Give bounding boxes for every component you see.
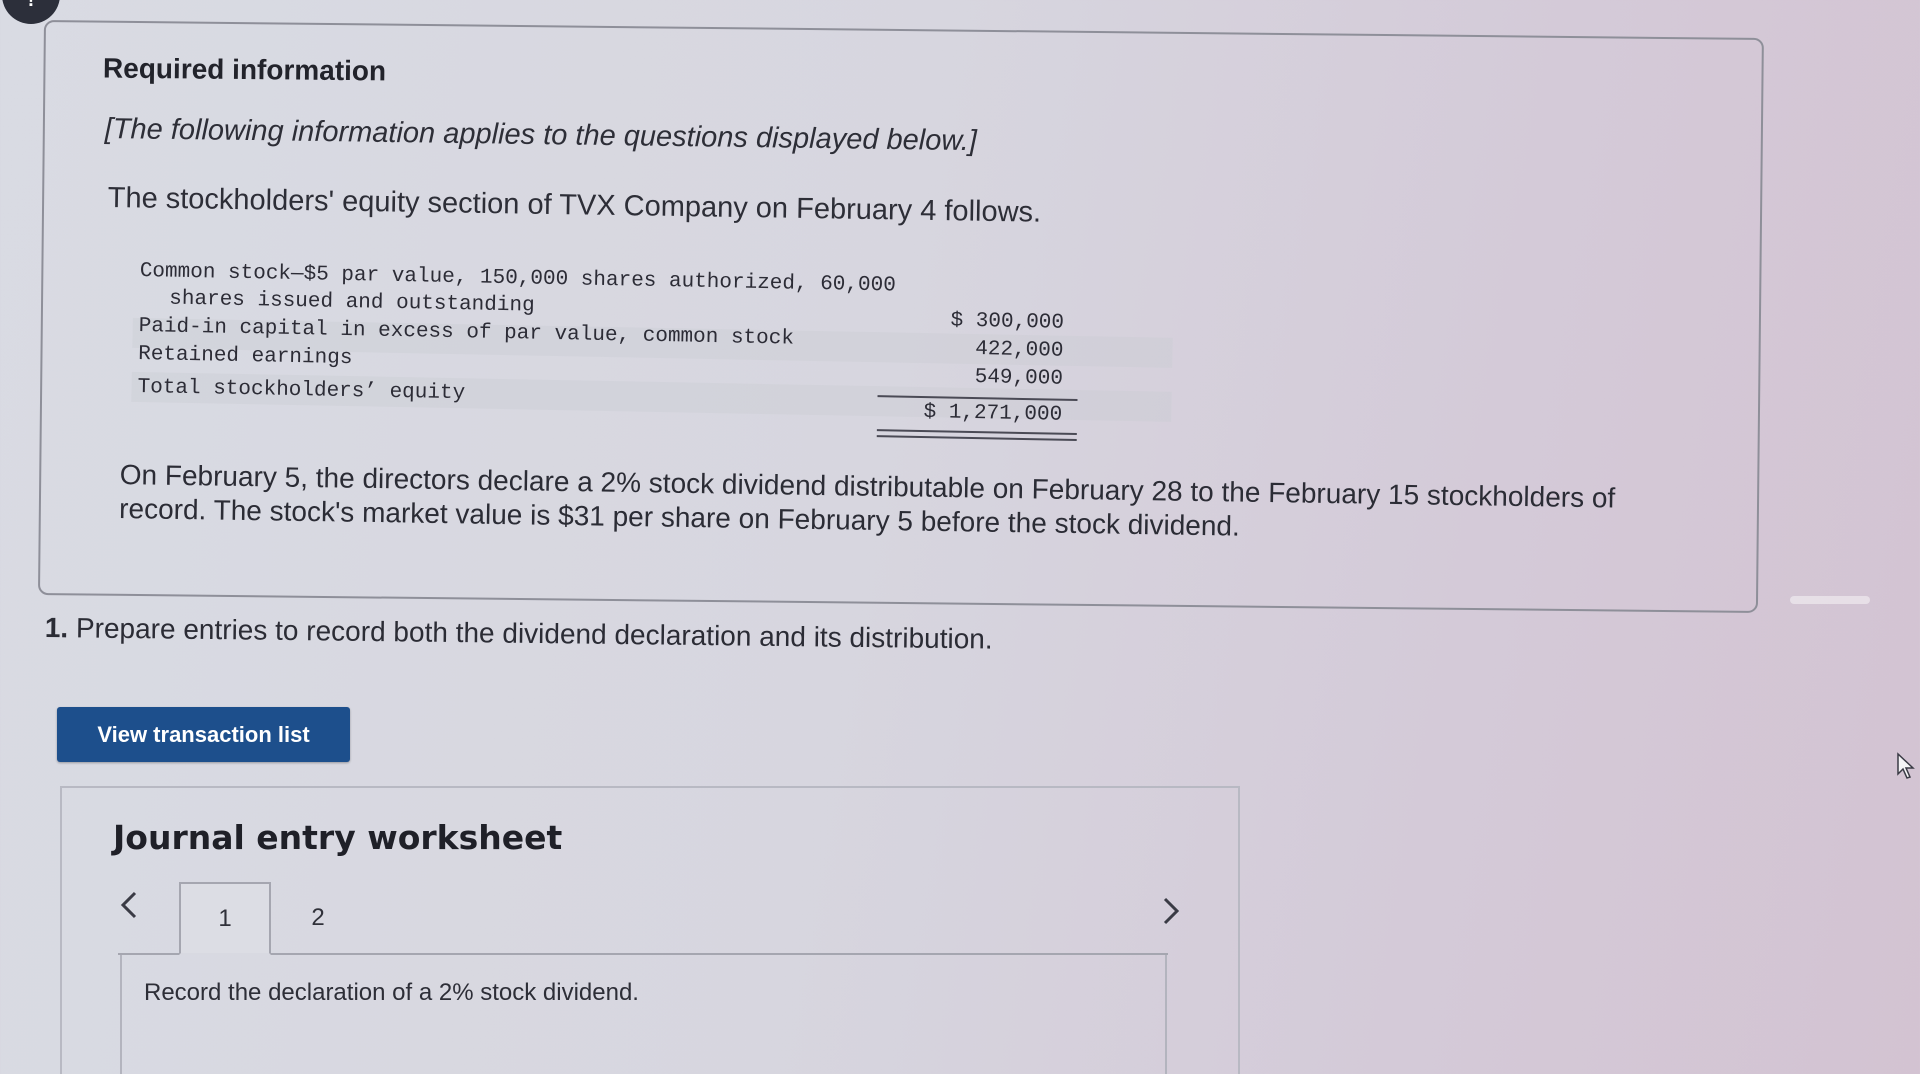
required-information-title: Required information xyxy=(102,52,387,87)
worksheet-title: Journal entry worksheet xyxy=(113,818,563,857)
equity-row-amount: 549,000 xyxy=(974,366,1064,391)
tab-1[interactable]: 1 xyxy=(179,882,271,955)
worksheet-instruction: Record the declaration of a 2% stock div… xyxy=(144,979,639,1006)
equity-row-amount: $ 300,000 xyxy=(950,309,1065,335)
equity-total-amount: $ 1,271,000 xyxy=(923,401,1063,427)
equity-row-label: shares issued and outstanding xyxy=(169,287,535,318)
equity-row-label: Retained earnings xyxy=(137,342,353,371)
mouse-cursor-icon xyxy=(1895,752,1917,780)
chevron-left-icon[interactable] xyxy=(118,888,140,931)
stockholders-equity-table: Common stock—$5 par value, 150,000 share… xyxy=(131,260,1240,461)
chevron-right-icon[interactable] xyxy=(1160,894,1182,937)
question-text: Prepare entries to record both the divid… xyxy=(75,612,993,655)
total-double-rule xyxy=(876,429,1077,442)
question-number: 1. xyxy=(44,612,69,644)
worksheet-entry-panel xyxy=(120,955,1167,1074)
question-1: 1. Prepare entries to record both the di… xyxy=(45,612,993,656)
equity-row-amount: 422,000 xyxy=(974,338,1064,363)
tab-2[interactable]: 2 xyxy=(272,882,364,954)
tab-label: 1 xyxy=(218,904,232,932)
view-transaction-list-button[interactable]: View transaction list xyxy=(57,707,350,762)
tab-label: 2 xyxy=(311,904,325,931)
screen-glare xyxy=(1790,596,1870,604)
